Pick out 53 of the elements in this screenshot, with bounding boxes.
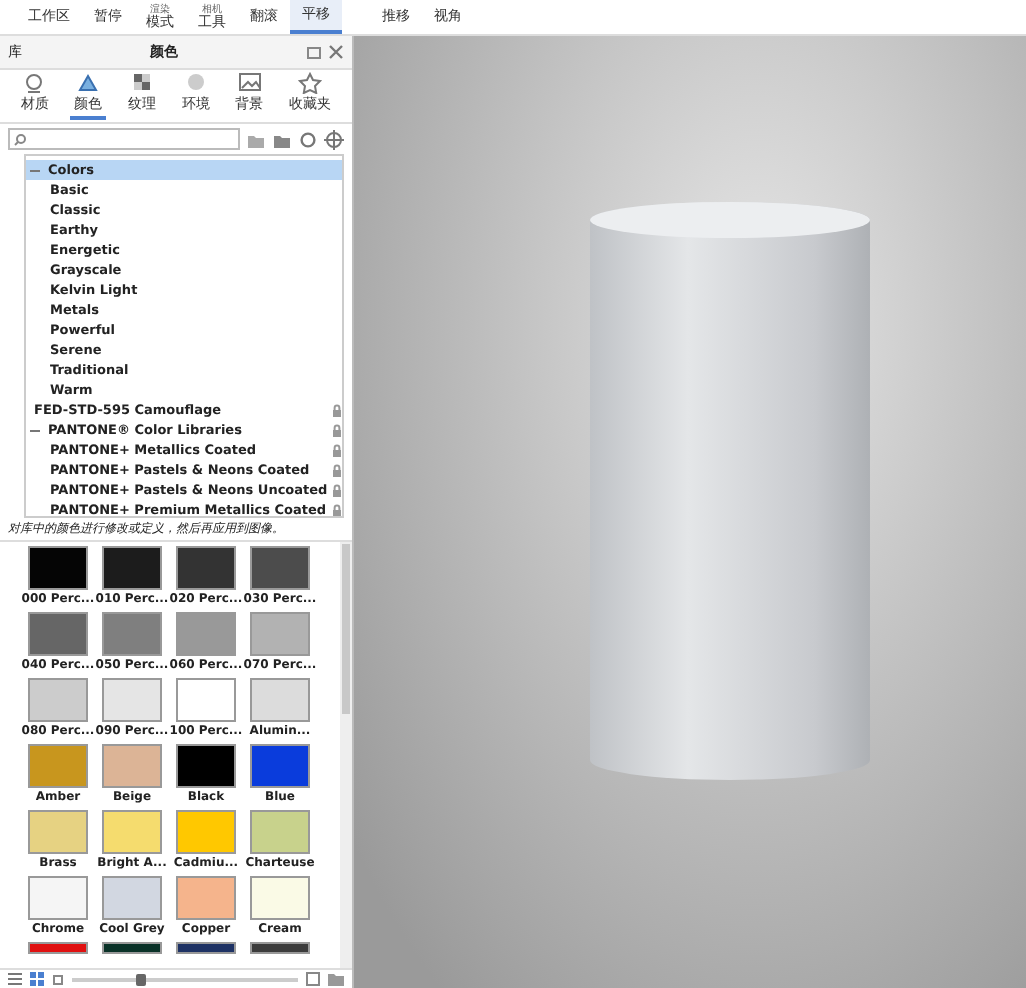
search-field[interactable] — [8, 128, 240, 150]
lock-icon — [331, 403, 342, 417]
slider-thumb[interactable] — [135, 973, 146, 985]
small-square-icon — [52, 973, 64, 985]
color-swatch[interactable] — [28, 678, 88, 722]
color-swatch[interactable] — [28, 612, 88, 656]
color-swatch[interactable] — [102, 942, 162, 954]
close-icon[interactable] — [328, 44, 344, 60]
color-swatch[interactable] — [28, 546, 88, 590]
large-square-icon — [306, 972, 320, 986]
lock-icon — [331, 503, 342, 516]
color-swatch[interactable] — [102, 744, 162, 788]
search-icon — [14, 133, 26, 145]
color-swatch[interactable] — [176, 876, 236, 920]
folder-icon — [328, 972, 344, 986]
color-swatch[interactable] — [250, 546, 310, 590]
color-swatch[interactable] — [250, 942, 310, 954]
color-swatch[interactable] — [28, 876, 88, 920]
color-swatch[interactable] — [28, 942, 88, 954]
color-swatch[interactable] — [176, 678, 236, 722]
scrollbar[interactable] — [340, 542, 352, 968]
color-swatch[interactable] — [28, 744, 88, 788]
list-view-icon[interactable] — [8, 972, 22, 986]
color-swatch[interactable] — [250, 744, 310, 788]
restore-icon — [306, 44, 322, 60]
color-swatch[interactable] — [176, 546, 236, 590]
lock-icon — [331, 423, 342, 437]
refresh-icon[interactable] — [298, 129, 318, 149]
tab-icon — [237, 72, 262, 94]
tab-icon — [183, 72, 208, 94]
color-swatch[interactable] — [250, 678, 310, 722]
color-swatch[interactable] — [250, 810, 310, 854]
color-swatch[interactable] — [176, 810, 236, 854]
tab-icon — [76, 72, 101, 94]
color-swatch[interactable] — [28, 810, 88, 854]
grid-view-icon[interactable] — [30, 972, 44, 986]
tab-icon — [130, 72, 155, 94]
tab-icon — [22, 72, 47, 94]
color-swatch[interactable] — [102, 612, 162, 656]
color-swatch[interactable] — [176, 744, 236, 788]
color-swatch[interactable] — [102, 678, 162, 722]
color-swatch[interactable] — [102, 876, 162, 920]
color-swatch[interactable] — [102, 546, 162, 590]
lock-icon — [331, 463, 342, 477]
crosshair-icon[interactable] — [324, 129, 344, 149]
color-swatch[interactable] — [176, 612, 236, 656]
color-swatch[interactable] — [250, 612, 310, 656]
tab-icon — [298, 72, 323, 94]
color-swatch[interactable] — [176, 942, 236, 954]
lock-icon — [331, 483, 342, 497]
lock-icon — [331, 443, 342, 457]
color-swatch[interactable] — [250, 876, 310, 920]
color-swatch[interactable] — [102, 810, 162, 854]
